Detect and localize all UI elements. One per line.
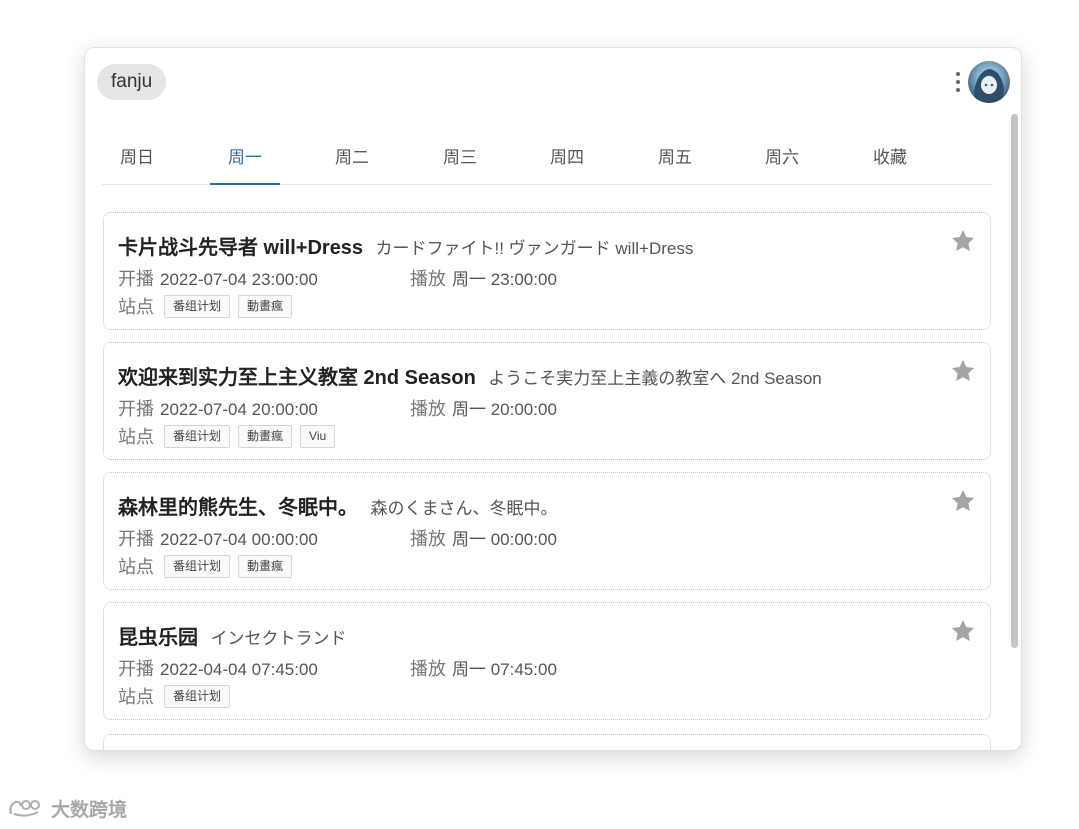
start-datetime: 2022-07-04 20:00:00 <box>160 400 318 419</box>
air-label: 播放 <box>410 399 446 419</box>
site-chip[interactable]: 番组计划 <box>164 554 231 578</box>
show-title-row: 森林里的熊先生、冬眠中。 森のくまさん、冬眠中。 <box>118 491 557 520</box>
more-menu-icon[interactable] <box>952 68 964 96</box>
user-avatar[interactable] <box>968 61 1010 103</box>
start-label: 开播 <box>118 399 154 419</box>
air-time: 周一 00:00:00 <box>452 530 557 549</box>
air-time: 周一 07:45:00 <box>452 660 557 679</box>
list-item[interactable]: 森林里的熊先生、冬眠中。 森のくまさん、冬眠中。 开播 2022-07-04 00… <box>103 472 991 590</box>
sites-label: 站点 <box>118 297 154 317</box>
site-chip[interactable]: 番组计划 <box>164 294 231 318</box>
show-name-cn[interactable]: 昆虫乐园 <box>118 627 198 649</box>
show-name-jp: カードファイト!! ヴァンガード will+Dress <box>375 239 694 258</box>
show-info-row: 开播 2022-07-04 23:00:00 播放 周一 23:00:00 <box>118 265 557 291</box>
watermark: 大数跨境 <box>8 795 127 824</box>
show-name-jp: インセクトランド <box>210 629 347 648</box>
air-label: 播放 <box>410 269 446 289</box>
favorite-star-icon[interactable] <box>950 618 976 644</box>
tab-5[interactable]: 周五 <box>640 143 710 184</box>
watermark-text: 大数跨境 <box>51 800 128 821</box>
start-datetime: 2022-04-04 07:45:00 <box>160 660 318 679</box>
show-name-cn[interactable]: 卡片战斗先导者 will+Dress <box>118 237 363 259</box>
show-title-row: 卡片战斗先导者 will+Dress カードファイト!! ヴァンガード will… <box>118 231 693 260</box>
scrollbar-thumb[interactable] <box>1011 114 1018 648</box>
tab-2[interactable]: 周二 <box>317 143 387 184</box>
site-chip[interactable]: 番组计划 <box>164 684 231 708</box>
favorite-star-icon[interactable] <box>950 228 976 254</box>
sites-row: 站点 番组计划 動畫瘋 <box>118 293 293 319</box>
sites-label: 站点 <box>118 557 154 577</box>
list-item[interactable]: 昆虫乐园 インセクトランド 开播 2022-04-04 07:45:00 播放 周一… <box>103 602 991 720</box>
sites-row: 站点 番组计划 <box>118 683 231 709</box>
show-name-jp: ようこそ実力至上主義の教室へ 2nd Season <box>488 369 822 388</box>
show-title-row: 昆虫乐园 インセクトランド <box>118 621 346 650</box>
tab-4[interactable]: 周四 <box>532 143 602 184</box>
list-item[interactable]: 欢迎来到实力至上主义教室 2nd Season ようこそ実力至上主義の教室へ 2… <box>103 342 991 460</box>
tab-1[interactable]: 周一 <box>210 143 280 185</box>
list-item-partial <box>103 734 991 750</box>
sites-row: 站点 番组计划 動畫瘋 Viu <box>118 423 336 449</box>
show-info-row: 开播 2022-07-04 20:00:00 播放 周一 20:00:00 <box>118 395 557 421</box>
show-name-cn[interactable]: 森林里的熊先生、冬眠中。 <box>118 497 358 519</box>
site-chip[interactable]: 動畫瘋 <box>238 424 293 448</box>
tab-3[interactable]: 周三 <box>425 143 495 184</box>
start-datetime: 2022-07-04 23:00:00 <box>160 270 318 289</box>
start-label: 开播 <box>118 659 154 679</box>
air-label: 播放 <box>410 529 446 549</box>
show-name-cn[interactable]: 欢迎来到实力至上主义教室 2nd Season <box>118 367 476 389</box>
show-info-row: 开播 2022-04-04 07:45:00 播放 周一 07:45:00 <box>118 655 557 681</box>
show-info-row: 开播 2022-07-04 00:00:00 播放 周一 00:00:00 <box>118 525 557 551</box>
favorite-star-icon[interactable] <box>950 488 976 514</box>
start-label: 开播 <box>118 529 154 549</box>
app-title: fanju <box>97 64 167 100</box>
sites-label: 站点 <box>118 687 154 707</box>
sites-row: 站点 番组计划 動畫瘋 <box>118 553 293 579</box>
start-label: 开播 <box>118 269 154 289</box>
site-chip[interactable]: 動畫瘋 <box>238 554 293 578</box>
favorite-star-icon[interactable] <box>950 358 976 384</box>
weekday-tabs: 周日 周一 周二 周三 周四 周五 周六 收藏 <box>102 143 992 185</box>
air-time: 周一 20:00:00 <box>452 400 557 419</box>
fanju-popup: fanju 周日 周一 周二 周三 周四 周五 周六 收藏 卡片战斗先导者 will+Dres… <box>84 47 1022 751</box>
show-title-row: 欢迎来到实力至上主义教室 2nd Season ようこそ実力至上主義の教室へ 2… <box>118 361 822 390</box>
site-chip[interactable]: 番组计划 <box>164 424 231 448</box>
watermark-logo-icon <box>8 798 48 824</box>
show-name-jp: 森のくまさん、冬眠中。 <box>370 499 558 518</box>
list-item[interactable]: 卡片战斗先导者 will+Dress カードファイト!! ヴァンガード will… <box>103 212 991 330</box>
air-time: 周一 23:00:00 <box>452 270 557 289</box>
site-chip[interactable]: 動畫瘋 <box>238 294 293 318</box>
tab-0[interactable]: 周日 <box>102 143 172 184</box>
start-datetime: 2022-07-04 00:00:00 <box>160 530 318 549</box>
tab-6[interactable]: 周六 <box>747 143 817 184</box>
sites-label: 站点 <box>118 427 154 447</box>
tab-7[interactable]: 收藏 <box>855 143 925 184</box>
air-label: 播放 <box>410 659 446 679</box>
site-chip[interactable]: Viu <box>300 424 336 448</box>
